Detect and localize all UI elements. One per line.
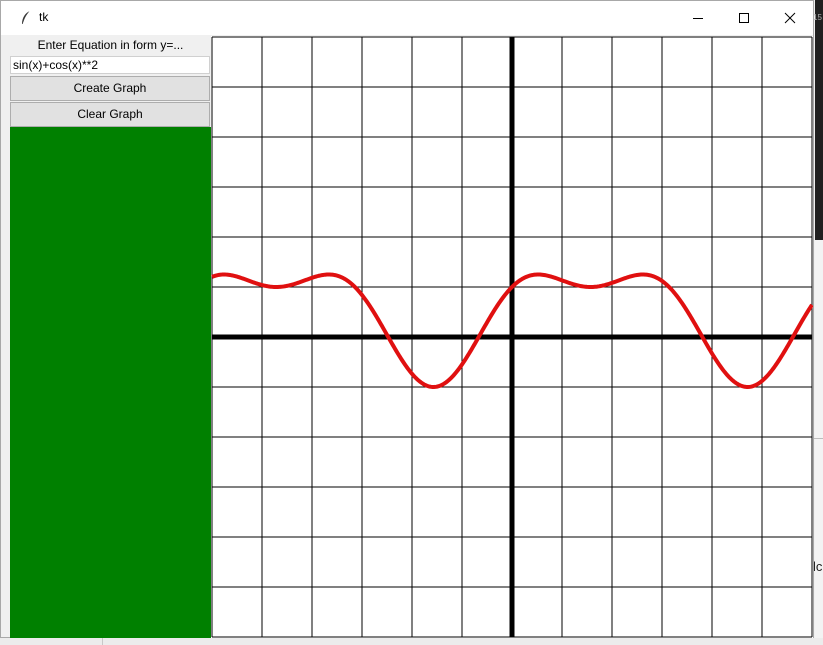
- equation-input[interactable]: [10, 56, 210, 74]
- green-panel: [10, 127, 211, 638]
- graph-plot: [211, 36, 813, 638]
- control-panel: Enter Equation in form y=... Create Grap…: [10, 36, 211, 638]
- background-text-fragment: 15: [813, 13, 822, 22]
- graph-canvas[interactable]: [211, 36, 813, 638]
- background-panel: [815, 240, 823, 645]
- close-icon: [784, 12, 796, 24]
- title-bar[interactable]: tk: [1, 1, 813, 35]
- close-button[interactable]: [767, 1, 813, 35]
- background-bottom-strip: [0, 638, 823, 645]
- create-graph-button[interactable]: Create Graph: [10, 76, 210, 101]
- window-title: tk: [39, 10, 49, 24]
- minimize-button[interactable]: [675, 1, 721, 35]
- minimize-icon: [693, 18, 703, 19]
- background-divider: [102, 638, 103, 645]
- background-dark-strip: [815, 0, 823, 240]
- background-text-fragment: lc: [813, 559, 823, 574]
- feather-icon: [19, 10, 33, 26]
- maximize-button[interactable]: [721, 1, 767, 35]
- clear-graph-button[interactable]: Clear Graph: [10, 102, 210, 127]
- maximize-icon: [739, 13, 749, 23]
- app-window: tk Enter Equation in form y=... Create G…: [0, 0, 814, 638]
- equation-prompt-label: Enter Equation in form y=...: [37, 38, 184, 52]
